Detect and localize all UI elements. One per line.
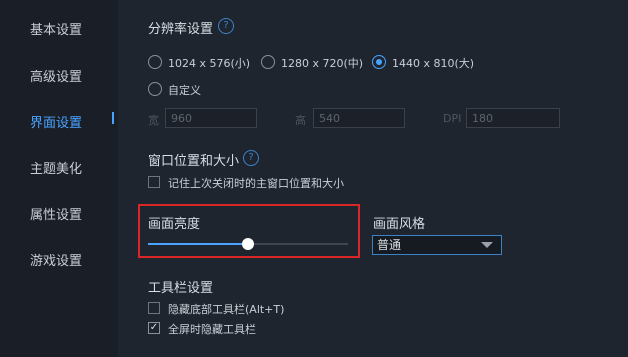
sidebar-item-game[interactable]: 游戏设置 bbox=[30, 250, 82, 269]
resolution-radio-large[interactable] bbox=[372, 55, 386, 69]
width-input[interactable]: 960 bbox=[165, 108, 257, 128]
remember-position-label[interactable]: 记住上次关闭时的主窗口位置和大小 bbox=[168, 175, 344, 191]
hide-bottom-toolbar-label[interactable]: 隐藏底部工具栏(Alt+T) bbox=[168, 301, 284, 317]
sidebar-item-interface[interactable]: 界面设置 bbox=[30, 112, 82, 131]
height-label: 高 bbox=[295, 114, 306, 127]
toolbar-title: 工具栏设置 bbox=[148, 281, 214, 296]
width-label: 宽 bbox=[148, 114, 159, 127]
resolution-radio-custom[interactable] bbox=[148, 82, 162, 96]
dpi-label: DPI bbox=[443, 112, 462, 125]
height-input[interactable]: 540 bbox=[313, 108, 405, 128]
window-position-title: 窗口位置和大小 bbox=[148, 154, 240, 169]
sidebar-item-advanced[interactable]: 高级设置 bbox=[30, 66, 82, 85]
brightness-slider-fill bbox=[148, 243, 248, 245]
resolution-radio-small[interactable] bbox=[148, 55, 162, 69]
resolution-option-custom[interactable]: 自定义 bbox=[168, 82, 201, 98]
question-circle-icon[interactable]: ? bbox=[243, 150, 259, 166]
fullscreen-hide-toolbar-label[interactable]: 全屏时隐藏工具栏 bbox=[168, 321, 256, 337]
resolution-title: 分辨率设置 bbox=[148, 22, 214, 37]
hide-bottom-toolbar-checkbox[interactable] bbox=[148, 302, 160, 314]
style-select-value: 普通 bbox=[377, 238, 402, 252]
dpi-input[interactable]: 180 bbox=[466, 108, 560, 128]
chevron-down-icon[interactable] bbox=[481, 242, 493, 248]
question-circle-icon[interactable]: ? bbox=[218, 18, 234, 34]
brightness-slider-handle[interactable] bbox=[242, 238, 254, 250]
resolution-option-large[interactable]: 1440 x 810(大) bbox=[392, 55, 474, 71]
sidebar-item-theme[interactable]: 主题美化 bbox=[30, 158, 82, 177]
active-indicator bbox=[112, 112, 114, 124]
resolution-radio-medium[interactable] bbox=[261, 55, 275, 69]
style-title: 画面风格 bbox=[373, 217, 426, 232]
brightness-title: 画面亮度 bbox=[148, 217, 201, 232]
sidebar-item-basic[interactable]: 基本设置 bbox=[30, 19, 82, 38]
sidebar-item-properties[interactable]: 属性设置 bbox=[30, 204, 82, 223]
style-select[interactable]: 普通 bbox=[372, 235, 502, 255]
resolution-option-small[interactable]: 1024 x 576(小) bbox=[168, 55, 250, 71]
sidebar: 基本设置 高级设置 界面设置 主题美化 属性设置 游戏设置 bbox=[0, 0, 118, 357]
resolution-option-medium[interactable]: 1280 x 720(中) bbox=[281, 55, 363, 71]
fullscreen-hide-toolbar-checkbox[interactable]: ✓ bbox=[148, 322, 160, 334]
check-icon: ✓ bbox=[149, 322, 159, 333]
remember-position-checkbox[interactable] bbox=[148, 176, 160, 188]
